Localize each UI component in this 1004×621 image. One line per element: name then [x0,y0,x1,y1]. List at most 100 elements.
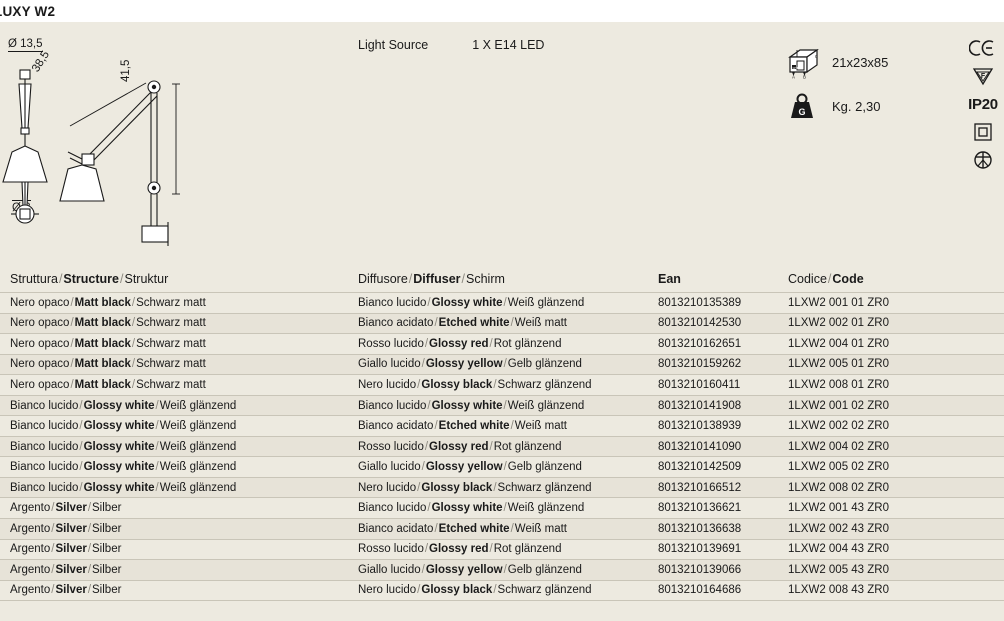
table-row[interactable]: Argento/Silver/Silber Rosso lucido/Glossy… [0,538,1004,560]
cell-structure: Nero opaco/Matt black/Schwarz matt [10,379,206,391]
table-row[interactable]: Bianco lucido/Glossy white/Weiß glänzend… [0,435,1004,457]
cell-diffuser: Bianco acidato/Etched white/Weiß matt [358,420,567,432]
cell-structure: Argento/Silver/Silber [10,502,121,514]
table-body: Nero opaco/Matt black/Schwarz matt Bianco… [0,292,1004,602]
cell-diffuser: Bianco lucido/Glossy white/Weiß glänzend [358,502,584,514]
class-two-double-square-icon [973,118,993,146]
cell-structure-it: Bianco lucido [10,481,79,494]
table-row[interactable]: Argento/Silver/Silber Giallo lucido/Gloss… [0,559,1004,580]
cell-structure: Argento/Silver/Silber [10,584,121,596]
cell-diffuser-en: Glossy yellow [425,461,503,474]
cell-diffuser-de: Rot glänzend [493,543,562,556]
packaging-info: c cm A B 21x23x85 G Kg. 2,30 [784,40,934,128]
table-row[interactable]: Argento/Silver/Silber Bianco lucido/Gloss… [0,497,1004,518]
table-row[interactable]: Nero opaco/Matt black/Schwarz matt Nero l… [0,374,1004,395]
cell-structure-it: Nero opaco [10,337,70,350]
cell-structure-de: Schwarz matt [136,358,206,371]
product-variants-table: Struttura/Structure/Struktur Diffusore/D… [0,250,1004,602]
cell-diffuser: Giallo lucido/Glossy yellow/Gelb glänzen… [358,564,582,576]
packaging-dimensions-row: c cm A B 21x23x85 [784,40,934,84]
cell-diffuser-de: Weiß matt [514,317,567,330]
cell-structure-it: Nero opaco [10,317,70,330]
cell-diffuser-de: Weiß glänzend [507,399,585,412]
cell-diffuser-en: Glossy white [431,502,503,515]
cell-ean: 8013210141090 [658,440,742,453]
cell-code: 1LXW2 004 01 ZR0 [788,337,890,350]
cell-structure-en: Glossy white [83,420,155,433]
cell-diffuser-en: Glossy black [421,584,493,597]
cell-structure-en: Silver [55,543,87,556]
cell-structure-it: Bianco lucido [10,399,79,412]
cell-structure: Nero opaco/Matt black/Schwarz matt [10,297,206,309]
svg-text:G: G [798,107,805,117]
cell-structure-en: Glossy white [83,481,155,494]
cell-ean: 8013210164686 [658,584,742,597]
cell-code: 1LXW2 004 02 ZR0 [788,440,890,453]
column-header-code: Codice/Code [788,272,864,286]
cell-diffuser-it: Nero lucido [358,378,417,391]
weight-icon: G [784,90,828,122]
page-title: LUXY W2 [0,4,56,19]
cell-code: 1LXW2 008 02 ZR0 [788,481,890,494]
cell-diffuser-it: Giallo lucido [358,358,421,371]
cell-diffuser-en: Glossy red [429,337,489,350]
f-mark-triangle-icon: F [972,62,994,90]
cell-diffuser: Nero lucido/Glossy black/Schwarz glänzen… [358,379,592,391]
table-row[interactable]: Nero opaco/Matt black/Schwarz matt Giallo… [0,353,1004,375]
cell-diffuser-it: Giallo lucido [358,461,421,474]
column-header-structure-it: Struttura [10,272,58,286]
cell-structure-de: Schwarz matt [136,317,206,330]
svg-text:B: B [803,75,806,80]
cell-diffuser-en: Glossy black [421,481,493,494]
cell-code: 1LXW2 005 43 ZR0 [788,563,890,576]
cell-diffuser-it: Rosso lucido [358,337,424,350]
table-row[interactable]: Bianco lucido/Glossy white/Weiß glänzend… [0,394,1004,416]
table-row[interactable]: Bianco lucido/Glossy white/Weiß glänzend… [0,456,1004,477]
cell-diffuser-en: Etched white [438,420,510,433]
table-row[interactable]: Argento/Silver/Silber Bianco acidato/Etch… [0,518,1004,539]
cell-ean: 8013210166512 [658,481,742,494]
cell-structure-it: Bianco lucido [10,461,79,474]
cell-structure-en: Matt black [74,378,131,391]
table-row[interactable]: Nero opaco/Matt black/Schwarz matt Rosso … [0,333,1004,354]
cell-ean: 8013210160411 [658,378,741,391]
cell-ean: 8013210135389 [658,296,742,309]
table-row[interactable]: Nero opaco/Matt black/Schwarz matt Bianco… [0,312,1004,334]
cell-ean: 8013210142530 [658,317,742,330]
cell-structure-it: Nero opaco [10,296,70,309]
cell-diffuser-de: Gelb glänzend [507,563,582,576]
cell-structure: Bianco lucido/Glossy white/Weiß glänzend [10,441,236,453]
column-header-structure: Struttura/Structure/Struktur [10,272,169,286]
cell-structure-en: Matt black [74,358,131,371]
cell-structure-it: Argento [10,543,51,556]
cell-diffuser-it: Bianco acidato [358,317,434,330]
ip-rating-value: IP20 [968,95,998,113]
table-row[interactable]: Bianco lucido/Glossy white/Weiß glänzend… [0,476,1004,498]
table-row[interactable]: Nero opaco/Matt black/Schwarz matt Bianco… [0,292,1004,313]
cell-diffuser: Bianco lucido/Glossy white/Weiß glänzend [358,297,584,309]
cell-diffuser-en: Glossy red [429,543,489,556]
cell-structure-de: Schwarz matt [136,378,206,391]
cell-diffuser-it: Bianco acidato [358,420,434,433]
packaging-weight-row: G Kg. 2,30 [784,84,934,128]
cell-code: 1LXW2 008 43 ZR0 [788,584,890,597]
cell-structure-de: Silber [92,522,122,535]
table-header-row: Struttura/Structure/Struktur Diffusore/D… [0,250,1004,292]
cell-structure: Bianco lucido/Glossy white/Weiß glänzend [10,461,236,473]
table-row[interactable]: Bianco lucido/Glossy white/Weiß glänzend… [0,415,1004,436]
package-box-icon: c cm A B [784,45,828,79]
cell-structure-de: Schwarz matt [136,296,206,309]
cell-structure-en: Silver [55,563,87,576]
ce-mark-icon [969,34,997,62]
cell-diffuser-en: Glossy yellow [425,358,503,371]
cell-diffuser: Bianco lucido/Glossy white/Weiß glänzend [358,400,584,412]
cell-structure-it: Argento [10,522,51,535]
cell-diffuser: Giallo lucido/Glossy yellow/Gelb glänzen… [358,358,582,370]
cell-structure-de: Weiß glänzend [159,399,237,412]
cell-structure-it: Nero opaco [10,378,70,391]
cell-structure-de: Silber [92,563,122,576]
circled-cross-mark-icon [972,146,994,174]
table-row[interactable]: Argento/Silver/Silber Nero lucido/Glossy … [0,579,1004,602]
cell-structure: Argento/Silver/Silber [10,543,121,555]
light-source-value: 1 X E14 LED [472,38,545,52]
